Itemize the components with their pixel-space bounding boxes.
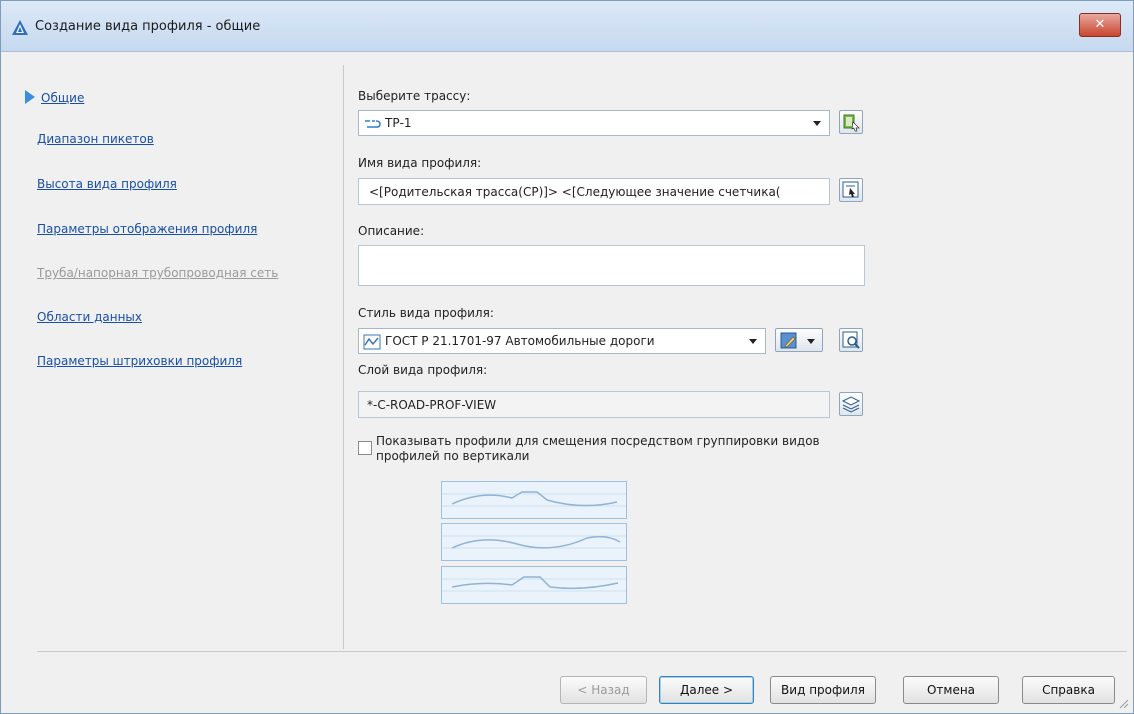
profile-view-style-label: Стиль вида профиля: bbox=[358, 306, 494, 320]
help-button[interactable]: Справка bbox=[1022, 676, 1115, 704]
nav-item-profile-display-options[interactable]: Параметры отображения профиля bbox=[37, 222, 257, 236]
chevron-down-icon bbox=[807, 339, 815, 344]
nav-item-general[interactable]: Общие bbox=[41, 91, 84, 105]
alignment-select[interactable]: ТР-1 bbox=[358, 110, 830, 136]
close-button[interactable]: ✕ bbox=[1079, 13, 1121, 37]
vertical-divider bbox=[343, 65, 344, 649]
civil3d-app-icon bbox=[12, 20, 28, 35]
pick-from-drawing-icon bbox=[843, 114, 860, 132]
stacked-view-preview-middle bbox=[441, 523, 627, 561]
profile-view-style-value: ГОСТ Р 21.1701-97 Автомобильные дороги bbox=[385, 334, 655, 348]
current-page-arrow-icon bbox=[25, 90, 35, 104]
chevron-down-icon bbox=[749, 339, 757, 344]
edit-name-format-button[interactable] bbox=[839, 178, 863, 202]
description-field[interactable] bbox=[358, 245, 865, 286]
style-preview-button[interactable] bbox=[839, 328, 863, 352]
resize-grip-icon[interactable] bbox=[1117, 697, 1129, 709]
profile-view-name-value: <[Родительская трасса(CP)]> <[Следующее … bbox=[369, 185, 781, 199]
nav-item-profile-view-height[interactable]: Высота вида профиля bbox=[37, 177, 177, 191]
next-button[interactable]: Далее > bbox=[659, 676, 754, 704]
profile-preview-image bbox=[442, 491, 626, 507]
profile-view-layer-value: *-C-ROAD-PROF-VIEW bbox=[367, 398, 497, 412]
stacked-profiles-checkbox[interactable] bbox=[358, 441, 372, 455]
window-title: Создание вида профиля - общие bbox=[35, 19, 261, 34]
pick-alignment-button[interactable] bbox=[839, 110, 863, 134]
back-button[interactable]: < Назад bbox=[560, 676, 647, 704]
title-bar: Создание вида профиля - общие ✕ bbox=[1, 1, 1133, 52]
alignment-value: ТР-1 bbox=[385, 116, 412, 130]
alignment-icon bbox=[365, 120, 381, 128]
footer-divider bbox=[37, 651, 1127, 652]
style-edit-dropdown-button[interactable] bbox=[775, 328, 823, 352]
profile-view-button[interactable]: Вид профиля bbox=[770, 676, 876, 704]
profile-view-layer-field: *-C-ROAD-PROF-VIEW bbox=[358, 391, 830, 418]
layers-icon bbox=[841, 396, 861, 413]
name-template-icon bbox=[842, 181, 859, 198]
profile-preview-image bbox=[442, 535, 626, 549]
chevron-down-icon bbox=[813, 121, 821, 126]
nav-item-profile-hatch-options[interactable]: Параметры штриховки профиля bbox=[37, 354, 242, 368]
stacked-view-preview-bottom bbox=[441, 566, 627, 604]
profile-preview-image bbox=[442, 576, 626, 592]
alignment-label: Выберите трассу: bbox=[358, 89, 471, 103]
profile-view-name-label: Имя вида профиля: bbox=[358, 156, 482, 170]
profile-view-style-select[interactable]: ГОСТ Р 21.1701-97 Автомобильные дороги bbox=[358, 328, 766, 354]
edit-style-icon bbox=[780, 332, 797, 349]
dialog-window: Создание вида профиля - общие ✕ Общие Ди… bbox=[0, 0, 1134, 714]
magnifier-icon bbox=[842, 331, 860, 349]
description-label: Описание: bbox=[358, 224, 425, 238]
profile-style-icon bbox=[363, 334, 381, 350]
close-icon: ✕ bbox=[1094, 17, 1106, 32]
profile-view-name-field[interactable]: <[Родительская трасса(CP)]> <[Следующее … bbox=[358, 178, 830, 205]
profile-view-layer-label: Слой вида профиля: bbox=[358, 363, 488, 377]
stacked-profiles-label: Показывать профили для смещения посредст… bbox=[376, 434, 820, 463]
layer-select-button[interactable] bbox=[839, 392, 863, 416]
cancel-button[interactable]: Отмена bbox=[903, 676, 999, 704]
nav-item-pipe-network: Труба/напорная трубопроводная сеть bbox=[37, 266, 279, 280]
nav-item-data-bands[interactable]: Области данных bbox=[37, 310, 142, 324]
nav-item-station-range[interactable]: Диапазон пикетов bbox=[37, 132, 154, 146]
stacked-view-preview-top bbox=[441, 481, 627, 519]
